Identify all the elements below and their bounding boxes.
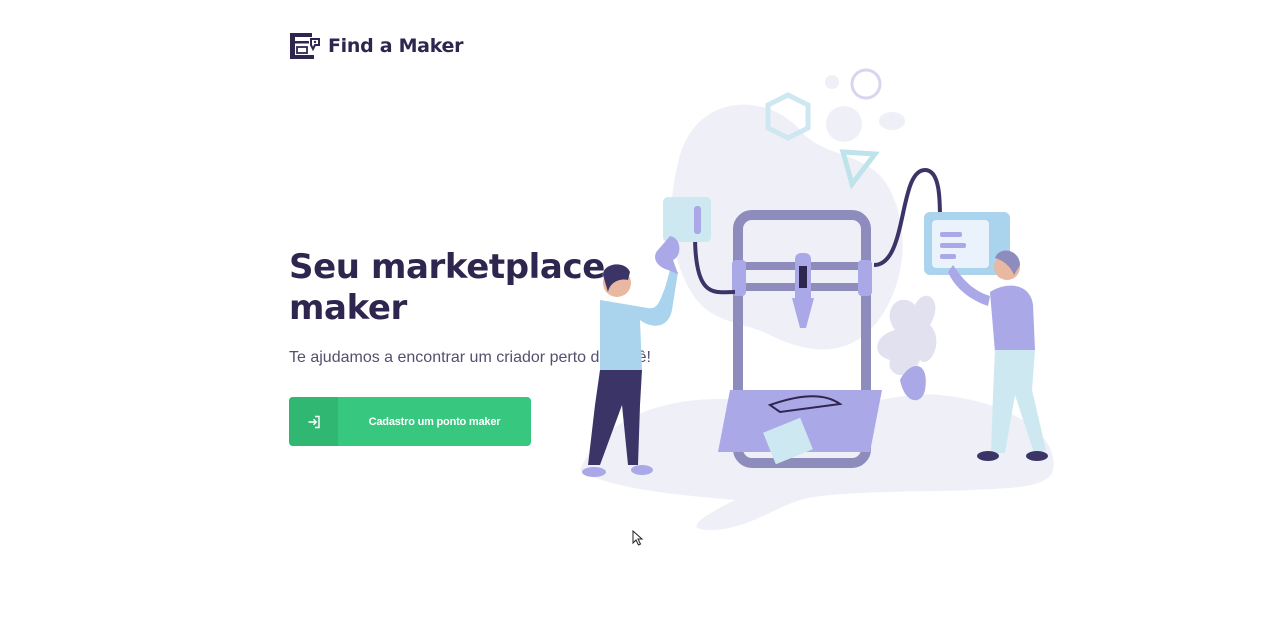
title-line-1: Seu marketplace — [289, 247, 605, 287]
brand-name[interactable]: Find a Maker — [328, 35, 463, 57]
sign-in-icon — [308, 415, 320, 428]
maker-illustration — [580, 68, 1054, 530]
printer-logo-icon — [290, 33, 320, 59]
landing-page: Find a Maker Seu marketplace maker Te aj… — [0, 0, 1280, 626]
register-maker-label: Cadastro um ponto maker — [368, 415, 501, 428]
cta-icon-box — [289, 397, 338, 446]
title-line-2: maker — [289, 288, 407, 328]
mouse-cursor-icon — [632, 530, 644, 546]
register-maker-button[interactable]: Cadastro um ponto maker — [289, 397, 531, 446]
header: Find a Maker — [289, 31, 463, 61]
